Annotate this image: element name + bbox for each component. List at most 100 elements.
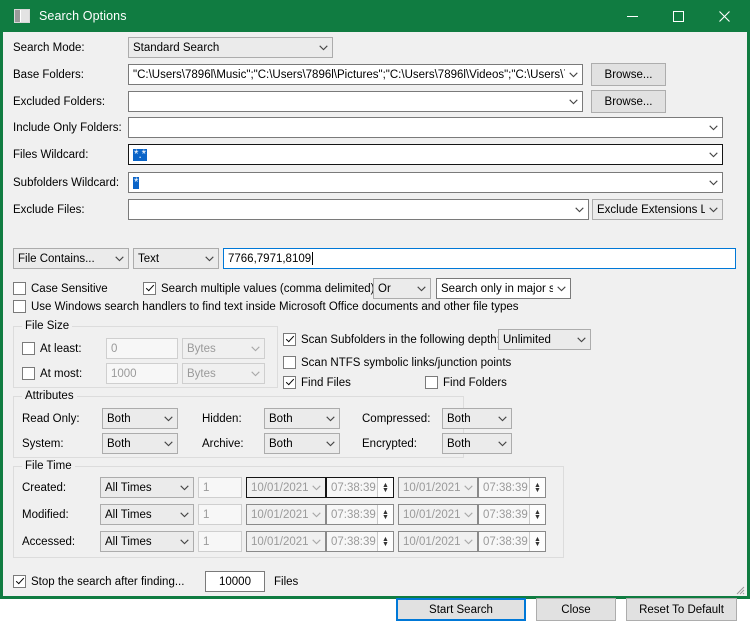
encrypted-value: Both (447, 437, 471, 450)
maximize-icon[interactable] (655, 0, 701, 32)
find-files-checkbox[interactable]: Find Files (283, 376, 425, 389)
scan-depth-select[interactable]: Unlimited (498, 329, 591, 350)
accessed-date-to[interactable]: 10/01/2021 (398, 531, 478, 552)
at-most-checkbox[interactable]: At most: (22, 367, 106, 380)
stop-search-count-input[interactable]: 10000 (205, 571, 265, 592)
modified-time-to-value: 07:38:39 (483, 508, 528, 521)
spinner-up-down-icon[interactable]: ▲ ▼ (529, 532, 545, 551)
at-least-checkbox[interactable]: At least: (22, 342, 106, 355)
created-date-from[interactable]: 10/01/2021 (246, 477, 326, 498)
modified-time-from[interactable]: 07:38:39 ▲ ▼ (326, 504, 394, 525)
files-wildcard-combo[interactable]: *.* (128, 144, 723, 165)
created-date-to[interactable]: 10/01/2021 (398, 477, 478, 498)
attributes-row-1: Read Only: Both Hidden: Both Compressed: (22, 408, 512, 429)
excluded-folders-combo[interactable] (128, 91, 583, 112)
checkbox-box (283, 356, 296, 369)
files-wildcard-row: Files Wildcard: *.* (3, 144, 750, 165)
modified-amount-input[interactable]: 1 (198, 504, 242, 525)
created-date-to-value: 10/01/2021 (403, 481, 460, 494)
close-icon[interactable] (701, 0, 747, 32)
title-bar: Search Options (3, 0, 747, 32)
stream-scope-select[interactable]: Search only in major stre (436, 278, 571, 299)
at-most-unit-select[interactable]: Bytes (182, 363, 265, 384)
created-amount-value: 1 (203, 481, 210, 494)
chevron-down-icon (176, 484, 193, 491)
hidden-select[interactable]: Both (264, 408, 340, 429)
spinner-up-down-icon[interactable]: ▲ ▼ (377, 478, 393, 497)
multiple-values-label: Search multiple values (comma delimited) (161, 282, 375, 295)
excluded-folders-label: Excluded Folders: (13, 95, 106, 108)
accessed-amount-input[interactable]: 1 (198, 531, 242, 552)
subfolders-wildcard-combo[interactable]: * (128, 172, 723, 193)
browse-base-folders-button[interactable]: Browse... (591, 63, 666, 86)
multiple-values-checkbox[interactable]: Search multiple values (comma delimited) (143, 282, 375, 295)
windows-handlers-label: Use Windows search handlers to find text… (31, 300, 519, 313)
encrypted-select[interactable]: Both (442, 433, 512, 454)
chevron-down-icon (460, 511, 477, 518)
operator-select[interactable]: Or (373, 278, 431, 299)
system-select[interactable]: Both (102, 433, 178, 454)
find-files-label: Find Files (301, 376, 351, 389)
spinner-up-down-icon[interactable]: ▲ ▼ (529, 478, 545, 497)
created-time-from[interactable]: 07:38:39 ▲ ▼ (326, 477, 394, 498)
start-search-button[interactable]: Start Search (396, 598, 526, 621)
stop-search-checkbox[interactable]: Stop the search after finding... (13, 575, 205, 588)
at-most-label: At most: (40, 367, 83, 380)
read-only-select[interactable]: Both (102, 408, 178, 429)
modified-amount-value: 1 (203, 508, 210, 521)
modified-date-from[interactable]: 10/01/2021 (246, 504, 326, 525)
spinner-up-down-icon[interactable]: ▲ ▼ (529, 505, 545, 524)
minimize-icon[interactable] (609, 0, 655, 32)
exclude-extensions-list-button[interactable]: Exclude Extensions List (592, 199, 723, 220)
file-time-row-modified: Modified: All Times 1 10/01/2021 07:38:3… (22, 504, 546, 525)
chevron-down-icon (553, 285, 570, 292)
windows-handlers-checkbox[interactable]: Use Windows search handlers to find text… (13, 300, 519, 313)
spinner-up-down-icon[interactable]: ▲ ▼ (377, 532, 393, 551)
created-time-from-value: 07:38:39 (331, 481, 376, 494)
chevron-down-icon (460, 538, 477, 545)
scan-subfolders-checkbox[interactable]: Scan Subfolders in the following depth: (283, 333, 500, 346)
contains-mode-select[interactable]: File Contains... (13, 248, 129, 269)
file-time-group: File Time Created: All Times 1 10/01/202… (13, 460, 564, 558)
modified-date-to[interactable]: 10/01/2021 (398, 504, 478, 525)
spinner-up-down-icon[interactable]: ▲ ▼ (377, 505, 393, 524)
file-time-row-accessed: Accessed: All Times 1 10/01/2021 07:38:3… (22, 531, 546, 552)
browse-excluded-folders-button[interactable]: Browse... (591, 90, 666, 113)
resize-grip[interactable] (733, 583, 745, 595)
at-most-input[interactable]: 1000 (106, 363, 178, 384)
chevron-down-icon (308, 484, 325, 491)
created-time-to[interactable]: 07:38:39 ▲ ▼ (478, 477, 546, 498)
exclude-files-label: Exclude Files: (13, 203, 85, 216)
chevron-down-icon (705, 151, 722, 158)
chevron-down-icon (176, 538, 193, 545)
created-amount-input[interactable]: 1 (198, 477, 242, 498)
accessed-time-to[interactable]: 07:38:39 ▲ ▼ (478, 531, 546, 552)
created-mode-select[interactable]: All Times (100, 477, 194, 498)
window-controls (609, 0, 747, 32)
at-least-input[interactable]: 0 (106, 338, 178, 359)
modified-date-to-value: 10/01/2021 (403, 508, 460, 521)
accessed-mode-select[interactable]: All Times (100, 531, 194, 552)
base-folders-combo[interactable]: "C:\Users\7896l\Music";"C:\Users\7896l\P… (128, 64, 583, 85)
compressed-select[interactable]: Both (442, 408, 512, 429)
checkbox-box (143, 282, 156, 295)
archive-select[interactable]: Both (264, 433, 340, 454)
case-sensitive-checkbox[interactable]: Case Sensitive (13, 282, 143, 295)
reset-to-default-button[interactable]: Reset To Default (626, 598, 737, 621)
modified-time-to[interactable]: 07:38:39 ▲ ▼ (478, 504, 546, 525)
accessed-time-from[interactable]: 07:38:39 ▲ ▼ (326, 531, 394, 552)
file-time-row-created: Created: All Times 1 10/01/2021 07:38:39… (22, 477, 546, 498)
include-only-folders-combo[interactable] (128, 117, 723, 138)
exclude-files-combo[interactable] (128, 199, 589, 220)
contains-text-input[interactable]: 7766,7971,8109 (223, 248, 736, 269)
modified-mode-select[interactable]: All Times (100, 504, 194, 525)
find-folders-checkbox[interactable]: Find Folders (425, 376, 507, 389)
ntfs-links-checkbox[interactable]: Scan NTFS symbolic links/junction points (283, 356, 603, 369)
at-least-unit-select[interactable]: Bytes (182, 338, 265, 359)
contains-type-select[interactable]: Text (133, 248, 219, 269)
close-button[interactable]: Close (536, 598, 616, 621)
dialog-buttons: Start Search Close Reset To Default (3, 598, 747, 621)
attributes-group: Attributes Read Only: Both Hidden: Both … (13, 390, 512, 458)
search-mode-select[interactable]: Standard Search (128, 37, 333, 58)
accessed-date-from[interactable]: 10/01/2021 (246, 531, 326, 552)
